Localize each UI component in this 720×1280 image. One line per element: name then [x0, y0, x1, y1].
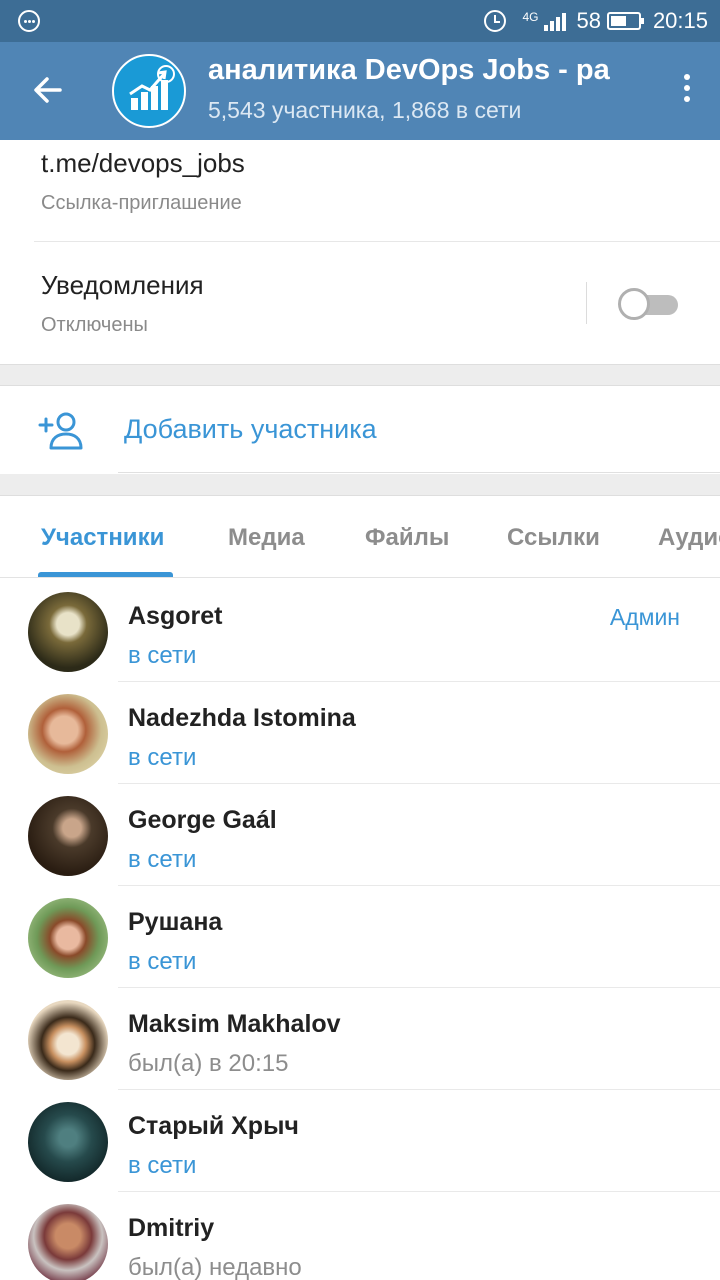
tab-files[interactable]: Файлы: [365, 524, 449, 552]
back-arrow-icon[interactable]: [30, 72, 66, 108]
member-name: Dmitriy: [128, 1214, 215, 1242]
member-name: Maksim Makhalov: [128, 1010, 341, 1038]
app-bar: аналитика DevOps Jobs - ра 5,543 участни…: [0, 42, 720, 140]
member-name: Nadezhda Istomina: [128, 704, 356, 732]
member-name: Asgoret: [128, 602, 223, 630]
member-name: Старый Хрыч: [128, 1112, 299, 1140]
chat-subtitle: 5,543 участника, 1,868 в сети: [208, 97, 522, 123]
section-gap: [0, 364, 720, 386]
invite-link-caption: Ссылка-приглашение: [41, 192, 242, 214]
divider: [586, 282, 587, 324]
more-vert-icon[interactable]: [682, 74, 692, 108]
tab-media[interactable]: Медиа: [228, 524, 305, 552]
list-item[interactable]: Nadezhda Istomina в сети: [0, 682, 720, 784]
member-status: был(а) недавно: [128, 1254, 302, 1280]
add-member-button[interactable]: Добавить участника: [0, 386, 720, 474]
member-name: Рушана: [128, 908, 223, 936]
member-status: в сети: [128, 642, 197, 669]
section-gap: [0, 474, 720, 496]
tab-audio[interactable]: Аудио: [658, 524, 720, 552]
member-status: в сети: [128, 744, 197, 771]
status-bar: 4G 58 20:15: [0, 0, 720, 42]
media-tabs: Участники Медиа Файлы Ссылки Аудио: [0, 496, 720, 578]
battery-icon: [606, 12, 644, 30]
avatar: [28, 898, 108, 978]
alarm-icon: [484, 10, 507, 32]
member-status: в сети: [128, 1152, 197, 1179]
divider: [34, 241, 720, 242]
battery-level: 58: [576, 8, 601, 33]
add-member-label: Добавить участника: [124, 414, 377, 444]
admin-badge: Админ: [609, 604, 680, 630]
notification-dots-icon: [18, 10, 40, 32]
member-status: был(а) в 20:15: [128, 1050, 289, 1077]
signal-icon: [544, 11, 567, 31]
tab-indicator: [38, 572, 173, 577]
clock: 20:15: [652, 8, 708, 33]
list-item[interactable]: Asgoret в сети Админ: [0, 580, 720, 682]
avatar: [28, 694, 108, 774]
notifications-toggle[interactable]: [618, 288, 678, 320]
list-item[interactable]: Рушана в сети: [0, 886, 720, 988]
tab-links[interactable]: Ссылки: [507, 524, 600, 552]
list-item[interactable]: Maksim Makhalov был(а) в 20:15: [0, 988, 720, 1090]
chat-avatar[interactable]: [112, 54, 186, 128]
list-item[interactable]: Старый Хрыч в сети: [0, 1090, 720, 1192]
invite-link[interactable]: t.me/devops_jobs: [41, 148, 245, 179]
member-list: Asgoret в сети Админ Nadezhda Istomina в…: [0, 580, 720, 1280]
divider: [118, 472, 720, 473]
add-user-icon: [38, 412, 84, 452]
avatar: [28, 1102, 108, 1182]
member-name: George Gaál: [128, 806, 277, 834]
list-item[interactable]: George Gaál в сети: [0, 784, 720, 886]
tab-members[interactable]: Участники: [41, 524, 164, 552]
avatar: [28, 796, 108, 876]
avatar: [28, 592, 108, 672]
notifications-value: Отключены: [41, 314, 148, 336]
avatar: [28, 1204, 108, 1280]
avatar: [28, 1000, 108, 1080]
member-status: в сети: [128, 948, 197, 975]
list-item[interactable]: Dmitriy был(а) недавно: [0, 1192, 720, 1280]
notifications-label[interactable]: Уведомления: [41, 270, 204, 301]
chat-title: аналитика DevOps Jobs - ра: [208, 54, 610, 86]
member-status: в сети: [128, 846, 197, 873]
analytics-chart-icon: [129, 65, 175, 110]
network-type: 4G: [522, 10, 539, 24]
